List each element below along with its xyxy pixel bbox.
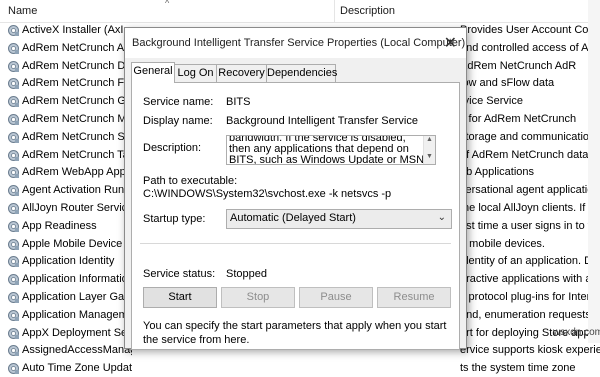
gear-icon xyxy=(8,114,19,125)
pause-button[interactable]: Pause xyxy=(299,287,373,308)
display-name-label: Display name: xyxy=(143,115,213,127)
column-divider[interactable] xyxy=(334,0,335,22)
scroll-down-icon[interactable]: ▼ xyxy=(426,153,433,160)
service-description: rvice Service xyxy=(460,95,523,108)
tab-dependencies[interactable]: Dependencies xyxy=(266,64,337,82)
list-scrollbar[interactable] xyxy=(588,0,600,343)
list-header: ^ Name Description xyxy=(0,0,600,23)
service-description: ervice supports kiosk experience xyxy=(460,344,600,357)
gear-icon xyxy=(8,238,19,250)
chevron-down-icon: ⌄ xyxy=(437,212,446,223)
service-description: eb Applications xyxy=(460,166,534,179)
service-description: versational agent applications xyxy=(460,184,600,197)
service-description: AdRem NetCrunch AdR xyxy=(460,59,577,72)
gear-icon xyxy=(8,96,19,108)
list-item[interactable]: Auto Time Zone Updat ts the system time z… xyxy=(0,360,600,377)
watermark: wsxdn.com xyxy=(553,327,600,338)
service-name: AdRem NetCrunch Ser xyxy=(22,130,132,143)
service-name: AllJoyn Router Service xyxy=(22,202,132,214)
service-description: irst time a user signs in to this xyxy=(460,219,600,232)
service-name: AdRem NetCrunch Me xyxy=(22,113,132,125)
stop-button[interactable]: Stop xyxy=(221,287,295,308)
service-status-label: Service status: xyxy=(143,268,216,280)
properties-dialog: Background Intelligent Transfer Service … xyxy=(124,27,467,350)
startup-type-value: Automatic (Delayed Start) xyxy=(230,212,356,224)
service-status-value: Stopped xyxy=(226,268,267,280)
service-name: Application Identity xyxy=(22,255,115,268)
service-name: Application Layer Gate xyxy=(22,291,132,303)
service-name: Auto Time Zone Updat xyxy=(22,362,132,375)
service-name: AdRem NetCrunch Adv xyxy=(22,41,132,54)
scroll-up-icon[interactable]: ▲ xyxy=(426,136,433,143)
resume-button[interactable]: Resume xyxy=(377,287,451,308)
service-description: Provides User Account Control validation… xyxy=(460,24,600,36)
gear-icon xyxy=(8,167,19,179)
service-name-label: Service name: xyxy=(143,96,214,108)
gear-icon xyxy=(8,149,19,161)
gear-icon xyxy=(8,25,19,36)
service-name: AdRem NetCrunch Gu xyxy=(22,95,132,108)
service-description: of AdRem NetCrunch data m xyxy=(460,148,600,161)
service-description: s for AdRem NetCrunch xyxy=(460,113,577,125)
column-header-name[interactable]: Name xyxy=(8,5,37,17)
service-name: AssignedAccessManag xyxy=(22,344,132,357)
service-description: identity of an application. Disab xyxy=(460,255,600,268)
description-textbox[interactable]: bandwidth. If the service is disabled, t… xyxy=(226,135,436,165)
service-name: AdRem WebApp Appli xyxy=(22,166,131,179)
dialog-title: Background Intelligent Transfer Service … xyxy=(132,37,466,49)
gear-icon xyxy=(8,345,19,357)
service-description: the local AllJoyn clients. If this xyxy=(460,202,600,214)
service-description: y protocol plug-ins for Interne xyxy=(460,291,600,303)
service-description: eractive applications with additi xyxy=(460,273,600,286)
path-value: C:\WINDOWS\System32\svchost.exe -k netsv… xyxy=(143,188,392,200)
gear-icon xyxy=(8,78,19,90)
description-text: bandwidth. If the service is disabled, t… xyxy=(229,135,425,165)
service-name: Apple Mobile Device S xyxy=(22,237,132,250)
gear-icon xyxy=(8,131,19,143)
description-scrollbar[interactable]: ▲ ▼ xyxy=(423,136,435,164)
service-name: AppX Deployment Serv xyxy=(22,326,132,339)
gear-icon xyxy=(8,256,19,268)
service-description: storage and communication in xyxy=(460,130,600,143)
service-name: AdRem NetCrunch Tas xyxy=(22,148,132,161)
service-name: ActiveX Installer (AxInstSV) xyxy=(22,24,132,36)
gear-icon xyxy=(8,327,19,339)
startup-type-select[interactable]: Automatic (Delayed Start) ⌄ xyxy=(226,209,452,229)
tab-recovery[interactable]: Recovery xyxy=(216,64,267,82)
gear-icon xyxy=(8,203,19,214)
description-label: Description: xyxy=(143,142,202,154)
gear-icon xyxy=(8,60,19,72)
column-header-description[interactable]: Description xyxy=(340,5,395,17)
gear-icon xyxy=(8,185,19,197)
gear-icon xyxy=(8,363,19,375)
service-name: Agent Activation Runt xyxy=(22,184,128,197)
service-description: ts the system time zone xyxy=(460,362,576,375)
tab-general[interactable]: General xyxy=(131,62,175,83)
service-description: e mobile devices. xyxy=(460,237,545,250)
service-description: and, enumeration requests xyxy=(460,308,591,321)
service-description: and controlled access of AdRe xyxy=(460,41,600,54)
gear-icon xyxy=(8,292,19,303)
display-name-value: Background Intelligent Transfer Service xyxy=(226,115,418,127)
start-button[interactable]: Start xyxy=(143,287,217,308)
gear-icon xyxy=(8,42,19,54)
service-name: App Readiness xyxy=(22,219,97,232)
service-name: Application Manageme xyxy=(22,308,132,321)
service-description: low and sFlow data xyxy=(460,77,555,90)
divider xyxy=(140,243,451,244)
service-name: Application Informatio xyxy=(22,273,128,286)
service-name: AdRem NetCrunch Dat xyxy=(22,59,132,72)
tab-log-on[interactable]: Log On xyxy=(174,64,217,82)
gear-icon xyxy=(8,274,19,286)
close-icon[interactable]: ✕ xyxy=(444,33,457,53)
path-label: Path to executable: xyxy=(143,175,238,187)
service-name-value: BITS xyxy=(226,96,251,108)
general-panel: Service name: BITS Display name: Backgro… xyxy=(131,82,460,350)
service-name: AdRem NetCrunch Flo xyxy=(22,77,132,90)
gear-icon xyxy=(8,220,19,232)
gear-icon xyxy=(8,309,19,321)
dialog-titlebar: Background Intelligent Transfer Service … xyxy=(125,28,466,58)
startup-type-label: Startup type: xyxy=(143,213,206,225)
sort-caret-icon: ^ xyxy=(165,0,170,8)
